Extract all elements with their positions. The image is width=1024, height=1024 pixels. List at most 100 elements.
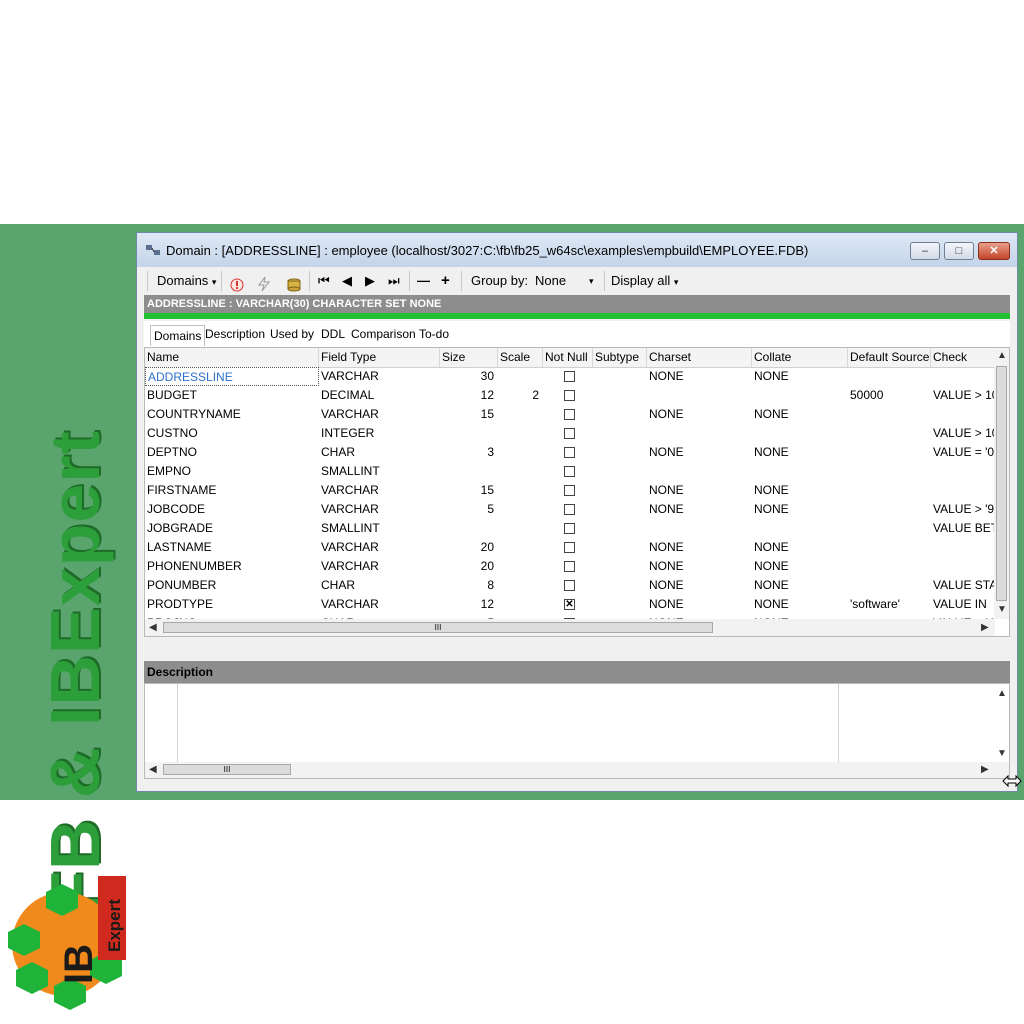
- table-row[interactable]: DEPTNO CHAR 3 NONE NONE VALUE = '00: [145, 443, 995, 462]
- cell-charset[interactable]: NONE: [647, 443, 752, 462]
- cell-default[interactable]: [848, 500, 931, 519]
- table-row[interactable]: FIRSTNAME VARCHAR 15 NONE NONE: [145, 481, 995, 500]
- not-null-checkbox[interactable]: [564, 485, 575, 496]
- cell-check[interactable]: VALUE > 10(: [931, 424, 995, 443]
- cell-collate[interactable]: NONE: [752, 500, 848, 519]
- cell-name[interactable]: EMPNO: [145, 462, 319, 481]
- cell-check[interactable]: [931, 462, 995, 481]
- not-null-checkbox[interactable]: ✕: [564, 599, 575, 610]
- column-header-not-null[interactable]: Not Null: [543, 348, 593, 367]
- cell-size[interactable]: 20: [440, 557, 498, 576]
- cell-charset[interactable]: NONE: [647, 538, 752, 557]
- cell-charset[interactable]: [647, 424, 752, 443]
- cell-collate[interactable]: [752, 386, 848, 405]
- cell-subtype[interactable]: [593, 462, 647, 481]
- cell-collate[interactable]: NONE: [752, 576, 848, 595]
- cell-subtype[interactable]: [593, 538, 647, 557]
- cell-default[interactable]: [848, 405, 931, 424]
- not-null-checkbox[interactable]: [564, 466, 575, 477]
- cell-subtype[interactable]: [593, 576, 647, 595]
- cell-subtype[interactable]: [593, 367, 647, 386]
- database-icon[interactable]: [287, 275, 302, 295]
- cell-default[interactable]: [848, 481, 931, 500]
- not-null-checkbox[interactable]: [564, 371, 575, 382]
- cell-check[interactable]: [931, 481, 995, 500]
- cell-charset[interactable]: [647, 519, 752, 538]
- cell-collate[interactable]: NONE: [752, 557, 848, 576]
- display-all-dropdown[interactable]: Display all ▾: [611, 271, 678, 291]
- cell-scale[interactable]: [498, 519, 543, 538]
- cell-name[interactable]: DEPTNO: [145, 443, 319, 462]
- tab-comparison[interactable]: Comparison: [351, 327, 416, 341]
- scroll-up-icon[interactable]: ▲: [997, 688, 1007, 699]
- cell-default[interactable]: [848, 424, 931, 443]
- cell-collate[interactable]: NONE: [752, 405, 848, 424]
- not-null-checkbox[interactable]: [564, 428, 575, 439]
- cell-name[interactable]: LASTNAME: [145, 538, 319, 557]
- scroll-down-icon[interactable]: ▼: [997, 748, 1007, 759]
- scroll-left-icon[interactable]: ◀: [149, 764, 157, 775]
- previous-record-icon[interactable]: ◀: [342, 271, 352, 291]
- cell-check[interactable]: VALUE IN: [931, 595, 995, 614]
- tab-used-by[interactable]: Used by: [270, 327, 314, 341]
- cell-name[interactable]: COUNTRYNAME: [145, 405, 319, 424]
- cell-collate[interactable]: [752, 519, 848, 538]
- not-null-checkbox[interactable]: [564, 504, 575, 515]
- cell-type[interactable]: DECIMAL: [319, 386, 440, 405]
- cell-default[interactable]: [848, 538, 931, 557]
- cell-type[interactable]: VARCHAR: [319, 367, 440, 386]
- cell-default[interactable]: [848, 576, 931, 595]
- first-record-icon[interactable]: ⏮: [318, 271, 330, 291]
- not-null-checkbox[interactable]: [564, 561, 575, 572]
- cell-subtype[interactable]: [593, 595, 647, 614]
- cell-scale[interactable]: [498, 443, 543, 462]
- cell-scale[interactable]: [498, 576, 543, 595]
- cell-size[interactable]: [440, 424, 498, 443]
- cell-collate[interactable]: [752, 424, 848, 443]
- table-row[interactable]: LASTNAME VARCHAR 20 NONE NONE: [145, 538, 995, 557]
- domains-dropdown[interactable]: Domains ▾: [157, 271, 216, 291]
- cell-subtype[interactable]: [593, 519, 647, 538]
- cell-name[interactable]: JOBCODE: [145, 500, 319, 519]
- not-null-checkbox[interactable]: [564, 542, 575, 553]
- cell-scale[interactable]: [498, 595, 543, 614]
- scroll-right-icon[interactable]: ▶: [981, 622, 989, 633]
- column-header-scale[interactable]: Scale: [498, 348, 543, 367]
- cell-size[interactable]: 5: [440, 500, 498, 519]
- cell-charset[interactable]: NONE: [647, 576, 752, 595]
- cell-scale[interactable]: [498, 500, 543, 519]
- cell-type[interactable]: CHAR: [319, 576, 440, 595]
- cell-check[interactable]: VALUE > '99: [931, 500, 995, 519]
- tab-domains[interactable]: Domains: [150, 325, 206, 346]
- cell-name[interactable]: PHONENUMBER: [145, 557, 319, 576]
- cell-check[interactable]: [931, 538, 995, 557]
- cell-size[interactable]: 12: [440, 386, 498, 405]
- minimize-button[interactable]: –: [910, 242, 940, 260]
- cell-charset[interactable]: NONE: [647, 595, 752, 614]
- cell-type[interactable]: SMALLINT: [319, 462, 440, 481]
- column-header-field-type[interactable]: Field Type: [319, 348, 440, 367]
- cell-charset[interactable]: [647, 462, 752, 481]
- group-by-select[interactable]: None ▾: [535, 271, 599, 291]
- cell-scale[interactable]: [498, 462, 543, 481]
- cell-type[interactable]: INTEGER: [319, 424, 440, 443]
- maximize-button[interactable]: □: [944, 242, 974, 260]
- cell-type[interactable]: VARCHAR: [319, 557, 440, 576]
- next-record-icon[interactable]: ▶: [365, 271, 375, 291]
- description-editor[interactable]: ▲ ▼ ◀ III ▶: [144, 683, 1010, 779]
- column-header-default-source[interactable]: Default Source: [848, 348, 931, 367]
- cell-default[interactable]: [848, 557, 931, 576]
- column-header-size[interactable]: Size: [440, 348, 498, 367]
- cell-check[interactable]: [931, 557, 995, 576]
- alert-icon[interactable]: [230, 275, 244, 295]
- cell-charset[interactable]: NONE: [647, 557, 752, 576]
- not-null-checkbox[interactable]: [564, 390, 575, 401]
- table-row[interactable]: BUDGETDECIMAL122 50000VALUE > 10(: [145, 386, 995, 405]
- cell-scale[interactable]: 2: [498, 386, 543, 405]
- cell-type[interactable]: VARCHAR: [319, 595, 440, 614]
- cell-scale[interactable]: [498, 481, 543, 500]
- cell-subtype[interactable]: [593, 557, 647, 576]
- cell-size[interactable]: 3: [440, 443, 498, 462]
- table-row[interactable]: JOBGRADESMALLINT VALUE BETW: [145, 519, 995, 538]
- table-row[interactable]: COUNTRYNAME VARCHAR 15 NONE NONE: [145, 405, 995, 424]
